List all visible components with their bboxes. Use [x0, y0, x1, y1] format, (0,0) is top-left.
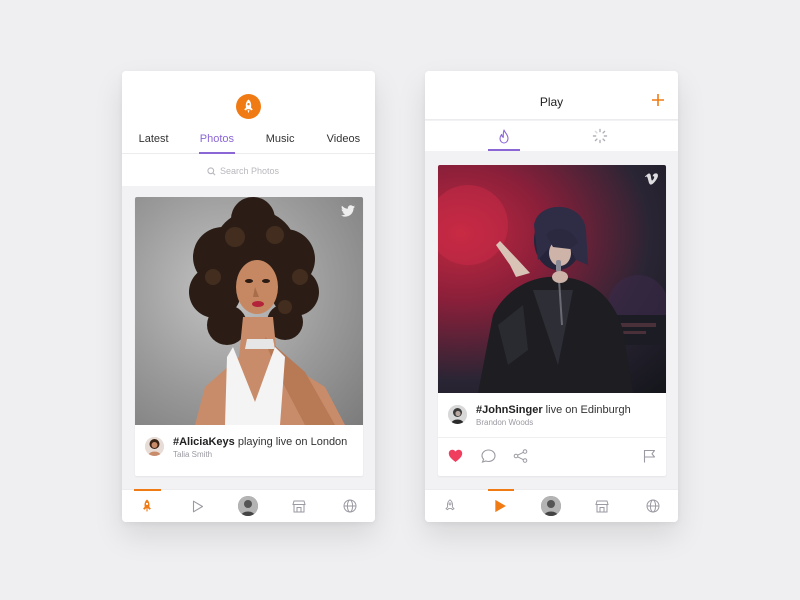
photo-illustration [438, 185, 666, 393]
post-title-text: live on Edinburgh [542, 404, 631, 416]
post-caption: #AliciaKeys playing live on London Talia… [135, 425, 363, 467]
twitter-icon [341, 205, 355, 217]
tab-photos[interactable]: Photos [185, 128, 248, 154]
bottom-nav [425, 489, 678, 522]
nav-home[interactable] [122, 489, 173, 522]
share-icon [513, 449, 528, 463]
heart-icon [448, 449, 463, 462]
post-hashtag[interactable]: #AliciaKeys [173, 436, 235, 448]
post-title[interactable]: #AliciaKeys playing live on London [173, 436, 347, 448]
phone-screen-play: Play #JohnSinger live on Edinburgh Brand… [425, 71, 678, 522]
nav-store[interactable] [274, 490, 325, 522]
post-hashtag[interactable]: #JohnSinger [476, 404, 543, 416]
feed-card[interactable]: #AliciaKeys playing live on London Talia… [135, 197, 363, 476]
share-button[interactable] [513, 449, 528, 468]
play-icon [495, 499, 507, 513]
search-icon [207, 166, 216, 175]
tab-loading[interactable] [552, 121, 648, 151]
nav-play[interactable] [476, 489, 527, 522]
search-bar [122, 161, 375, 181]
nav-explore[interactable] [324, 490, 375, 522]
nav-play[interactable] [173, 490, 224, 522]
flame-icon [498, 128, 509, 144]
post-caption: #JohnSinger live on Edinburgh Brandon Wo… [438, 393, 666, 435]
post-actions [438, 437, 666, 476]
avatar[interactable] [145, 437, 164, 456]
tab-videos[interactable]: Videos [312, 128, 375, 153]
play-icon [192, 500, 203, 512]
flag-icon [643, 449, 656, 463]
rocket-icon [445, 499, 455, 511]
like-button[interactable] [448, 449, 463, 468]
header: Latest Photos Music Videos [122, 71, 375, 186]
store-icon [595, 500, 609, 512]
globe-icon [343, 499, 357, 513]
post-author[interactable]: Talia Smith [173, 450, 212, 459]
rocket-logo-icon [236, 94, 261, 119]
globe-icon [646, 499, 660, 513]
post-title-text: playing live on London [234, 436, 348, 448]
page-title: Play [539, 95, 564, 109]
photo-illustration [189, 197, 345, 425]
phone-screen-photos: Latest Photos Music Videos Search Photos… [122, 71, 375, 522]
vimeo-icon [645, 173, 658, 185]
tab-music[interactable]: Music [249, 128, 312, 153]
play-subtabs [425, 121, 678, 151]
store-icon [292, 500, 306, 512]
avatar[interactable] [448, 405, 467, 424]
nav-store[interactable] [577, 490, 628, 522]
nav-profile[interactable] [223, 490, 274, 522]
comment-icon [481, 449, 496, 463]
header: Play [425, 71, 678, 120]
feed-card[interactable]: #JohnSinger live on Edinburgh Brandon Wo… [438, 165, 666, 476]
tab-latest[interactable]: Latest [122, 128, 185, 153]
rocket-icon [143, 499, 152, 513]
post-title[interactable]: #JohnSinger live on Edinburgh [476, 404, 631, 416]
tab-trending[interactable] [456, 121, 552, 151]
category-tabs: Latest Photos Music Videos [122, 128, 375, 154]
comment-button[interactable] [481, 449, 496, 468]
post-video-thumbnail[interactable] [438, 165, 666, 393]
report-button[interactable] [643, 449, 656, 468]
bottom-nav [122, 489, 375, 522]
nav-explore[interactable] [627, 490, 678, 522]
post-photo[interactable] [135, 197, 363, 425]
nav-home[interactable] [425, 490, 476, 522]
post-author[interactable]: Brandon Woods [476, 418, 533, 427]
profile-avatar [541, 496, 562, 516]
profile-avatar [238, 496, 259, 516]
loading-icon [592, 128, 607, 144]
nav-profile[interactable] [526, 490, 577, 522]
plus-icon [652, 94, 664, 106]
add-button[interactable] [650, 92, 666, 108]
search-input[interactable] [220, 166, 290, 176]
